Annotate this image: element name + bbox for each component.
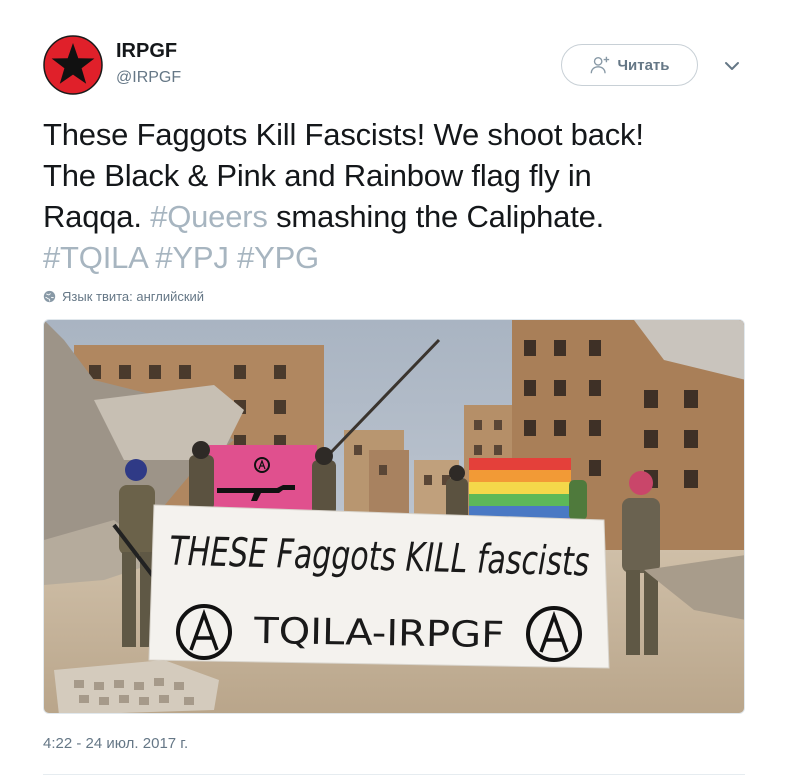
follow-button[interactable]: Читать xyxy=(561,44,698,86)
tweet-line-3-prefix: Raqqa. xyxy=(43,199,151,234)
photo-illustration: THESE Faggots KILL fascists TQILA-IRPGF xyxy=(44,320,744,713)
divider xyxy=(43,774,745,775)
author-display-name[interactable]: IRPGF xyxy=(116,40,177,63)
avatar[interactable] xyxy=(43,35,103,95)
language-note-text: Язык твита: английский xyxy=(62,289,205,304)
hashtag-ypj[interactable]: #YPJ xyxy=(155,240,228,275)
author-handle[interactable]: @IRPGF xyxy=(116,69,181,87)
chevron-down-icon[interactable] xyxy=(724,60,740,72)
globe-icon xyxy=(43,290,56,303)
tweet-line-3-suffix: smashing the Caliphate. xyxy=(267,199,605,234)
hashtag-tqila[interactable]: #TQILA xyxy=(43,240,147,275)
tweet-hashtags: #TQILA #YPJ #YPG xyxy=(43,237,753,278)
language-note: Язык твита: английский xyxy=(43,289,204,304)
tweet-line-2: The Black & Pink and Rainbow flag fly in xyxy=(43,158,592,193)
tweet-photo[interactable]: THESE Faggots KILL fascists TQILA-IRPGF xyxy=(43,319,745,714)
hashtag-ypg[interactable]: #YPG xyxy=(237,240,319,275)
tweet-line-3: Raqqa. #Queers smashing the Caliphate. xyxy=(43,196,753,237)
tweet-timestamp[interactable]: 4:22 - 24 июл. 2017 г. xyxy=(43,735,188,752)
add-user-icon xyxy=(591,56,610,74)
banner-text-line-2: TQILA-IRPGF xyxy=(253,611,505,656)
tweet-line-1: These Faggots Kill Fascists! We shoot ba… xyxy=(43,117,644,152)
red-star-avatar-icon xyxy=(43,35,103,95)
hashtag-queers[interactable]: #Queers xyxy=(150,199,268,234)
follow-button-label: Читать xyxy=(617,56,670,74)
tweet-text: These Faggots Kill Fascists! We shoot ba… xyxy=(43,114,753,278)
